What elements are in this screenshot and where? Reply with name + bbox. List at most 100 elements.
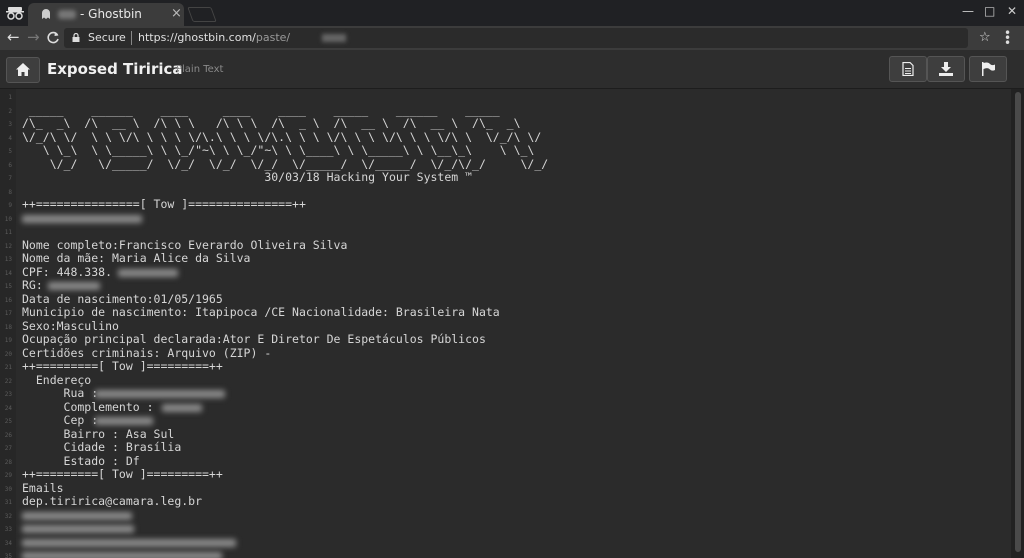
download-button[interactable]	[927, 56, 965, 82]
incognito-icon[interactable]	[6, 6, 24, 20]
address-bar[interactable]: Secure https://ghostbin.com/paste/	[64, 28, 968, 48]
bookmark-star-icon[interactable]: ☆	[979, 30, 991, 45]
code-line: 31 dep.tiririca@camara.leg.br	[0, 494, 1011, 509]
lock-icon	[72, 33, 80, 42]
line-text: Complemento :	[22, 399, 161, 414]
report-button[interactable]	[969, 56, 1007, 82]
line-text: Nome da mãe: Maria Alice da Silva	[22, 251, 251, 265]
maximize-button[interactable]: □	[984, 4, 995, 18]
line-number: 9	[8, 202, 12, 209]
line-number: 3	[8, 121, 12, 128]
code-line: 30 Emails	[0, 480, 1011, 496]
line-text: Endereço	[22, 372, 92, 387]
line-number: 6	[8, 161, 12, 169]
line-text: \/_/\ \/ \ \ \/\ \ \ \ \/\.\ \ \ \/\.\ \…	[22, 129, 542, 144]
url-text[interactable]: https://ghostbin.com/paste/	[138, 31, 290, 44]
line-number: 29	[4, 472, 12, 479]
paste-title: Exposed Tiririca	[47, 60, 183, 78]
code-line: 3 /\_ _\ /\ __ \ /\ \ \ /\ \ \ /\ _ \ /\ …	[0, 116, 1011, 131]
home-button[interactable]	[6, 57, 40, 83]
code-line: 23 Rua :	[0, 386, 1011, 401]
line-text: Rua :	[22, 386, 106, 400]
line-number: 2	[8, 107, 12, 115]
line-number: 24	[4, 404, 12, 412]
code-line: 14 CPF: 448.338.	[0, 265, 1011, 280]
line-text: Nome completo:Francisco Everardo Oliveir…	[22, 237, 348, 252]
redacted-text	[22, 538, 236, 547]
code-line: 9 ++===============[ Tow ]===============…	[0, 197, 1011, 212]
line-number: 30	[4, 485, 12, 493]
line-number: 34	[4, 539, 12, 547]
line-number: 33	[4, 526, 12, 533]
code-line: 15 RG:	[0, 278, 1011, 293]
code-line: 18 Sexo:Masculino	[0, 319, 1011, 334]
minimize-button[interactable]: —	[962, 4, 974, 18]
code-line: 16 Data de nascimento:01/05/1965	[0, 291, 1011, 307]
tab-close-button[interactable]: ×	[171, 6, 182, 21]
line-text: Bairro : Asa Sul	[22, 426, 175, 441]
code-line: 32	[0, 509, 1011, 523]
redacted-text	[322, 34, 346, 42]
line-number: 27	[4, 445, 12, 452]
scrollbar-thumb[interactable]	[1015, 92, 1021, 552]
paste-content: 12 _____ ______ ____ ____ ____ _____ ___…	[0, 89, 1011, 558]
browser-tab[interactable]: - Ghostbin ×	[28, 3, 184, 26]
line-text: \ \_\ \ \_____\ \ \_/"~\ \ \_/"~\ \ \___…	[22, 143, 535, 157]
redacted-text	[48, 282, 100, 290]
ghost-icon	[42, 9, 50, 19]
line-number: 18	[4, 323, 12, 331]
code-line: 29 ++=========[ Tow ]=========++	[0, 467, 1011, 482]
redacted-text	[22, 511, 132, 520]
code-line: 17 Municipio de nascimento: Itapipoca /CE…	[0, 305, 1011, 320]
paste-language[interactable]: Plain Text	[176, 64, 223, 75]
code-line: 2 _____ ______ ____ ____ ____ _____ ____…	[0, 102, 1011, 118]
line-number: 15	[4, 283, 12, 290]
redacted-text	[22, 214, 142, 223]
line-number: 13	[4, 256, 12, 263]
code-line: 27 Cidade : Brasília	[0, 440, 1011, 455]
code-line: 26 Bairro : Asa Sul	[0, 426, 1011, 442]
line-text: Emails	[22, 480, 64, 495]
code-line: 12 Nome completo:Francisco Everardo Olive…	[0, 237, 1011, 253]
redacted-text	[95, 390, 225, 398]
line-text: Ocupação principal declarada:Ator E Dire…	[22, 332, 486, 346]
new-tab-button[interactable]	[187, 7, 217, 22]
raw-button[interactable]	[889, 56, 927, 82]
tab-title: - Ghostbin	[80, 7, 142, 21]
code-line: 5 \ \_\ \ \_____\ \ \_/"~\ \ \_/"~\ \ \_…	[0, 143, 1011, 158]
code-line: 19 Ocupação principal declarada:Ator E Di…	[0, 332, 1011, 347]
forward-button[interactable]: →	[27, 29, 40, 45]
line-number: 31	[4, 499, 12, 506]
document-icon	[902, 62, 914, 76]
line-number: 4	[8, 134, 12, 142]
line-text: Cep :	[22, 413, 106, 427]
browser-menu-icon[interactable]: • • •	[1004, 27, 1011, 49]
line-number: 28	[4, 458, 12, 466]
code-line: 8	[0, 185, 1011, 199]
line-text: ++=========[ Tow ]=========++	[22, 359, 223, 373]
back-button[interactable]: ←	[7, 29, 20, 45]
line-number: 1	[8, 94, 12, 101]
line-text: RG:	[22, 278, 50, 292]
line-number: 19	[4, 337, 12, 344]
line-text: _____ ______ ____ ____ ____ _____ ______…	[22, 102, 507, 117]
line-number: 14	[4, 269, 12, 277]
line-text: Data de nascimento:01/05/1965	[22, 291, 223, 306]
redacted-text	[22, 525, 134, 533]
code-line: 4 \/_/\ \/ \ \ \/\ \ \ \ \/\.\ \ \ \/\.\ …	[0, 129, 1011, 145]
window-close-button[interactable]: ✕	[1007, 4, 1017, 18]
line-text: /\_ _\ /\ __ \ /\ \ \ /\ \ \ /\ _ \ /\ _…	[22, 116, 521, 130]
paste-header: Exposed Tiririca Plain Text	[0, 50, 1024, 89]
line-number: 21	[4, 364, 12, 371]
line-text: Municipio de nascimento: Itapipoca /CE N…	[22, 305, 500, 319]
code-line: 11	[0, 225, 1011, 239]
line-number: 20	[4, 350, 12, 358]
flag-icon	[982, 62, 995, 76]
reload-icon[interactable]	[47, 31, 60, 44]
line-number: 16	[4, 296, 12, 304]
browser-tab-bar: - Ghostbin × — □ ✕	[0, 0, 1024, 26]
code-line: 1	[0, 90, 1011, 104]
line-number: 10	[4, 215, 12, 223]
code-line: 25 Cep :	[0, 413, 1011, 428]
redacted-text	[162, 403, 202, 412]
